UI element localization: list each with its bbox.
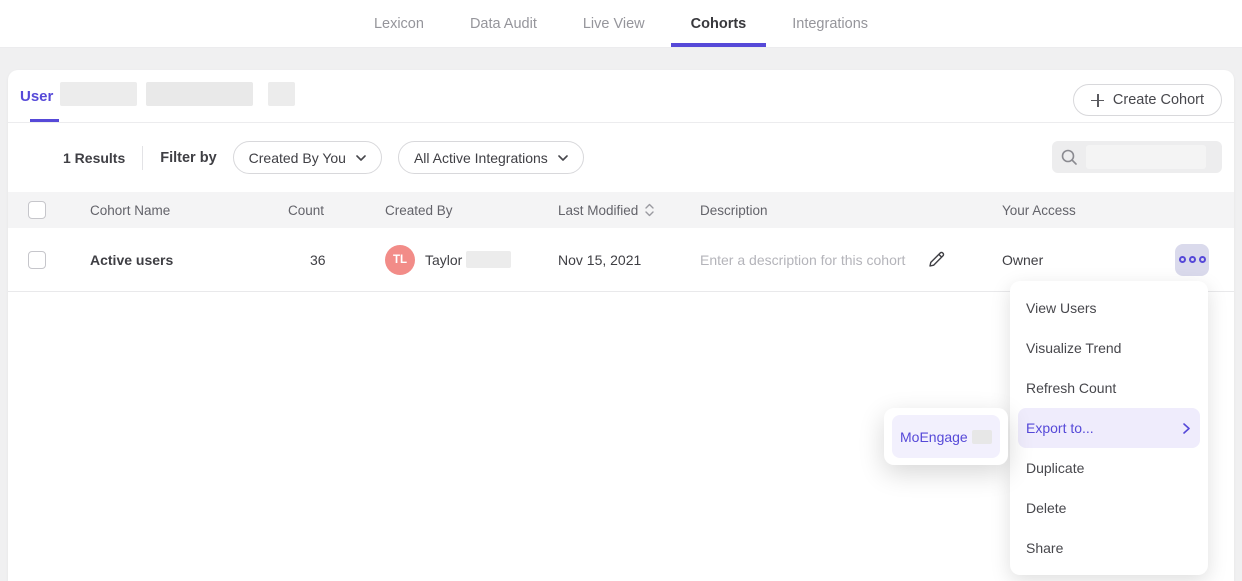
tab-data-audit[interactable]: Data Audit	[447, 0, 560, 47]
circle-icon	[1189, 256, 1196, 263]
tab-lexicon[interactable]: Lexicon	[351, 0, 447, 47]
chevron-right-icon	[1183, 423, 1190, 434]
header-last-modified[interactable]: Last Modified	[558, 203, 700, 218]
sort-icon	[645, 203, 654, 217]
header-cohort-name[interactable]: Cohort Name	[90, 203, 288, 218]
filter-toolbar: 1 Results Filter by Created By You All A…	[8, 123, 1234, 192]
export-submenu: MoEngage	[884, 408, 1008, 465]
header-your-access[interactable]: Your Access	[1002, 203, 1175, 218]
created-by-name: Taylor	[425, 252, 462, 268]
select-all-checkbox[interactable]	[28, 201, 46, 219]
header-created-by[interactable]: Created By	[385, 203, 558, 218]
cohort-actions-menu: View Users Visualize Trend Refresh Count…	[1010, 281, 1208, 575]
search-input[interactable]	[1052, 141, 1222, 173]
chevron-down-icon	[558, 155, 568, 161]
header-count[interactable]: Count	[288, 203, 385, 218]
submenu-item-moengage[interactable]: MoEngage	[892, 415, 1000, 458]
description-cell: Enter a description for this cohort	[700, 250, 1002, 269]
chevron-down-icon	[356, 155, 366, 161]
menu-item-visualize-trend[interactable]: Visualize Trend	[1010, 328, 1208, 368]
tab-integrations[interactable]: Integrations	[769, 0, 891, 47]
dropdown-label: Created By You	[249, 150, 346, 166]
active-tab-underline	[30, 119, 59, 122]
tab-live-view[interactable]: Live View	[560, 0, 668, 47]
dropdown-label: All Active Integrations	[414, 150, 548, 166]
edit-description-button[interactable]	[927, 250, 946, 269]
row-checkbox[interactable]	[28, 251, 46, 269]
search-icon	[1060, 148, 1078, 166]
plus-icon	[1091, 94, 1104, 107]
top-navigation: Lexicon Data Audit Live View Cohorts Int…	[0, 0, 1242, 48]
description-placeholder[interactable]: Enter a description for this cohort	[700, 252, 905, 268]
menu-item-delete[interactable]: Delete	[1010, 488, 1208, 528]
access-level: Owner	[1002, 252, 1043, 268]
active-tab-underline	[671, 43, 767, 47]
tab-label: Live View	[583, 16, 645, 32]
redacted-block	[60, 82, 137, 106]
tab-label: Integrations	[792, 16, 868, 32]
redacted-block	[1086, 145, 1206, 169]
cohort-name-link[interactable]: Active users	[90, 252, 173, 268]
redacted-block	[146, 82, 253, 106]
redacted-block	[972, 430, 992, 444]
avatar: TL	[385, 245, 415, 275]
create-cohort-button[interactable]: Create Cohort	[1073, 84, 1222, 116]
row-checkbox-cell	[28, 251, 90, 269]
redacted-block	[466, 251, 511, 268]
entity-tabs: User Create Cohort	[8, 70, 1234, 123]
created-by-filter-dropdown[interactable]: Created By You	[233, 141, 382, 174]
results-count: 1 Results	[63, 150, 125, 166]
divider	[142, 146, 143, 170]
circle-icon	[1199, 256, 1206, 263]
created-by-cell: TL Taylor	[385, 245, 558, 275]
submenu-item-label: MoEngage	[900, 429, 968, 445]
tab-label: Data Audit	[470, 16, 537, 32]
actions-cell	[1175, 244, 1234, 276]
menu-item-export-to[interactable]: Export to...	[1018, 408, 1200, 448]
header-checkbox-cell	[28, 201, 90, 219]
cohort-count: 36	[288, 252, 326, 268]
tab-label: User	[20, 88, 53, 105]
table-header-row: Cohort Name Count Created By Last Modifi…	[8, 192, 1234, 228]
menu-item-view-users[interactable]: View Users	[1010, 288, 1208, 328]
create-cohort-label: Create Cohort	[1113, 92, 1204, 108]
header-description[interactable]: Description	[700, 203, 1002, 218]
menu-item-share[interactable]: Share	[1010, 528, 1208, 568]
circle-icon	[1179, 256, 1186, 263]
menu-item-duplicate[interactable]: Duplicate	[1010, 448, 1208, 488]
row-actions-button[interactable]	[1175, 244, 1209, 276]
tab-user[interactable]: User	[20, 70, 53, 122]
tab-cohorts[interactable]: Cohorts	[668, 0, 770, 47]
header-label: Last Modified	[558, 203, 638, 218]
tab-label: Cohorts	[691, 16, 747, 32]
redacted-block	[268, 82, 295, 106]
pencil-icon	[927, 250, 946, 269]
tab-label: Lexicon	[374, 16, 424, 32]
filter-by-label: Filter by	[160, 150, 216, 166]
last-modified-date: Nov 15, 2021	[558, 252, 641, 268]
menu-item-refresh-count[interactable]: Refresh Count	[1010, 368, 1208, 408]
integrations-filter-dropdown[interactable]: All Active Integrations	[398, 141, 584, 174]
menu-item-label: Export to...	[1026, 420, 1094, 436]
